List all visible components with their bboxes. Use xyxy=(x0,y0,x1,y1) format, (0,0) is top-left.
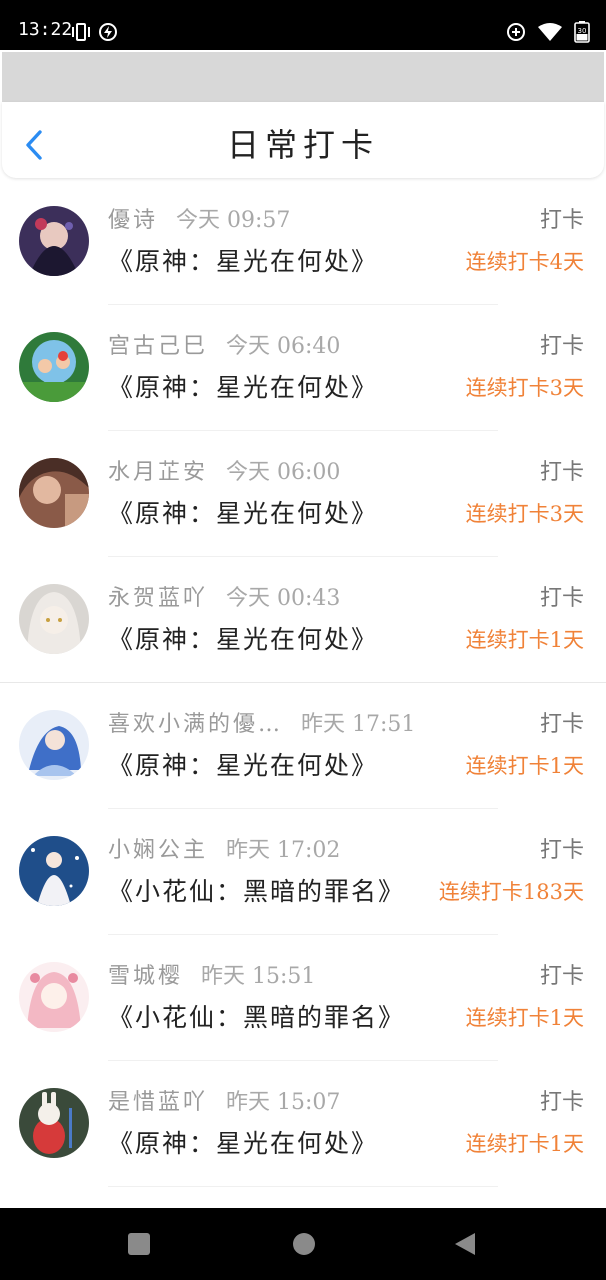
book-title[interactable]: 《小花仙：黑暗的罪名》 xyxy=(108,998,405,1034)
divider xyxy=(108,934,498,935)
checkin-label: 打卡 xyxy=(539,964,584,989)
charging-icon xyxy=(98,22,118,42)
divider xyxy=(108,304,498,305)
home-circle-icon xyxy=(293,1233,315,1255)
checkin-label: 打卡 xyxy=(539,586,584,611)
avatar[interactable] xyxy=(19,584,89,654)
checkin-label: 打卡 xyxy=(539,460,584,485)
system-nav-bar xyxy=(0,1208,606,1280)
grey-banner xyxy=(2,52,604,102)
recents-button[interactable] xyxy=(127,1232,151,1260)
list-item[interactable]: 雪城樱 昨天 15:51 《小花仙：黑暗的罪名》 打卡 连续打卡1天 xyxy=(0,936,606,1062)
book-title[interactable]: 《原神：星光在何处》 xyxy=(108,620,378,656)
user-name: 喜欢小满的優… xyxy=(108,712,284,737)
checkin-time: 今天 00:43 xyxy=(226,586,341,611)
avatar[interactable] xyxy=(19,1088,89,1158)
wifi-icon xyxy=(538,23,562,41)
checkin-time: 昨天 15:07 xyxy=(226,1090,341,1115)
list-item[interactable]: 水月芷安 今天 06:00 《原神：星光在何处》 打卡 连续打卡3天 xyxy=(0,432,606,558)
list-item[interactable]: 小娴公主 昨天 17:02 《小花仙：黑暗的罪名》 打卡 连续打卡183天 xyxy=(0,810,606,936)
divider xyxy=(108,1186,498,1187)
book-title[interactable]: 《原神：星光在何处》 xyxy=(108,242,378,278)
avatar[interactable] xyxy=(19,962,89,1032)
checkin-time: 昨天 17:51 xyxy=(301,712,416,737)
checkin-label: 打卡 xyxy=(539,208,584,233)
divider xyxy=(108,556,498,557)
list-item[interactable]: 永贺蓝吖 今天 00:43 《原神：星光在何处》 打卡 连续打卡1天 xyxy=(0,558,606,684)
divider xyxy=(108,1060,498,1061)
user-name: 永贺蓝吖 xyxy=(108,586,209,611)
avatar[interactable] xyxy=(19,836,89,906)
list-item[interactable]: 優诗 今天 09:57 《原神：星光在何处》 打卡 连续打卡4天 xyxy=(0,180,606,306)
battery-icon: 30 xyxy=(574,21,590,43)
streak-label: 连续打卡1天 xyxy=(465,1006,584,1030)
user-name: 優诗 xyxy=(108,208,159,233)
checkin-time: 今天 06:40 xyxy=(226,334,341,359)
back-triangle-icon xyxy=(455,1233,475,1255)
divider xyxy=(108,430,498,431)
book-title[interactable]: 《原神：星光在何处》 xyxy=(108,746,378,782)
streak-label: 连续打卡3天 xyxy=(465,376,584,400)
streak-label: 连续打卡1天 xyxy=(465,754,584,778)
home-button[interactable] xyxy=(292,1232,316,1260)
streak-label: 连续打卡4天 xyxy=(465,250,584,274)
list-item[interactable]: 喜欢小满的優… 昨天 17:51 《原神：星光在何处》 打卡 连续打卡1天 xyxy=(0,684,606,810)
back-nav-button[interactable] xyxy=(453,1232,477,1260)
checkin-time: 昨天 17:02 xyxy=(226,838,341,863)
book-title[interactable]: 《原神：星光在何处》 xyxy=(108,368,378,404)
checkin-time: 昨天 15:51 xyxy=(201,964,316,989)
book-title[interactable]: 《原神：星光在何处》 xyxy=(108,494,378,530)
divider xyxy=(108,808,498,809)
user-name: 宫古己巳 xyxy=(108,334,209,359)
streak-label: 连续打卡183天 xyxy=(438,880,584,904)
checkin-time: 今天 06:00 xyxy=(226,460,341,485)
checkin-label: 打卡 xyxy=(539,712,584,737)
streak-label: 连续打卡1天 xyxy=(465,1132,584,1156)
recents-square-icon xyxy=(128,1233,150,1255)
page-title: 日常打卡 xyxy=(226,126,379,164)
book-title[interactable]: 《原神：星光在何处》 xyxy=(108,1124,378,1160)
book-title[interactable]: 《小花仙：黑暗的罪名》 xyxy=(108,872,405,908)
avatar[interactable] xyxy=(19,710,89,780)
user-name: 是惜蓝吖 xyxy=(108,1090,209,1115)
avatar[interactable] xyxy=(19,206,89,276)
checkin-label: 打卡 xyxy=(539,838,584,863)
status-bar: 13:22 30 xyxy=(0,0,606,50)
checkin-label: 打卡 xyxy=(539,1090,584,1115)
avatar[interactable] xyxy=(19,332,89,402)
list-item[interactable]: 宫古己巳 今天 06:40 《原神：星光在何处》 打卡 连续打卡3天 xyxy=(0,306,606,432)
streak-label: 连续打卡3天 xyxy=(465,502,584,526)
checkin-label: 打卡 xyxy=(539,334,584,359)
vibrate-icon xyxy=(70,22,92,42)
user-name: 雪城樱 xyxy=(108,964,184,989)
battery-level: 30 xyxy=(578,27,587,35)
checkin-time: 今天 09:57 xyxy=(176,208,291,233)
status-time: 13:22 xyxy=(18,19,73,40)
list-item[interactable]: 是惜蓝吖 昨天 15:07 《原神：星光在何处》 打卡 连续打卡1天 xyxy=(0,1062,606,1188)
divider xyxy=(0,682,606,683)
user-name: 水月芷安 xyxy=(108,460,209,485)
data-saver-icon xyxy=(506,22,526,42)
user-name: 小娴公主 xyxy=(108,838,209,863)
top-bar: 日常打卡 xyxy=(2,102,604,178)
avatar[interactable] xyxy=(19,458,89,528)
streak-label: 连续打卡1天 xyxy=(465,628,584,652)
